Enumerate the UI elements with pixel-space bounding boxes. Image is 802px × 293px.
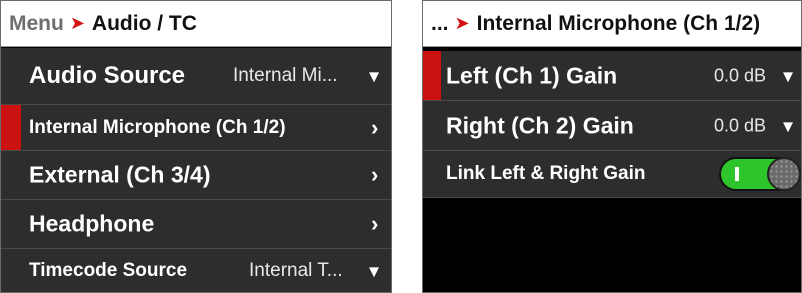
red-arrow-right-icon: ➤ (454, 13, 470, 33)
breadcrumb: Menu ➤ Audio / TC (1, 1, 391, 47)
chevron-down-icon: ▾ (369, 65, 380, 88)
chevron-down-icon: ▾ (369, 260, 380, 283)
menu-item-value: Internal Mi... (233, 65, 338, 86)
link-gain-toggle[interactable] (719, 157, 801, 191)
menu-item-link-gain[interactable]: Link Left & Right Gain (423, 151, 801, 198)
menu-item-label: External (Ch 3/4) (29, 161, 211, 188)
menu-item-audio-source[interactable]: Audio Source Internal Mi... ▾ (1, 48, 391, 105)
menu-item-label: Link Left & Right Gain (446, 163, 646, 184)
gain-value: 0.0 dB (714, 65, 767, 85)
menu-item-timecode-source[interactable]: Timecode Source Internal T... ▾ (1, 249, 391, 292)
chevron-right-icon: › (371, 114, 379, 140)
selection-marker (423, 51, 441, 100)
menu-item-right-gain[interactable]: Right (Ch 2) Gain 0.0 dB ▾ (423, 101, 801, 151)
menu-item-label: Left (Ch 1) Gain (446, 62, 618, 88)
menu-item-label: Timecode Source (29, 260, 188, 281)
menu-item-label: Right (Ch 2) Gain (446, 112, 634, 138)
toggle-on-indicator (735, 167, 739, 181)
chevron-down-icon: ▾ (783, 115, 794, 137)
menu-item-left-gain[interactable]: Left (Ch 1) Gain 0.0 dB ▾ (423, 51, 801, 101)
red-arrow-right-icon: ➤ (69, 13, 85, 33)
menu-item-headphone[interactable]: Headphone › (1, 200, 391, 249)
chevron-down-icon: ▾ (783, 65, 794, 87)
menu-item-label: Internal Microphone (Ch 1/2) (29, 116, 286, 138)
breadcrumb: ... ➤ Internal Microphone (Ch 1/2) (423, 1, 801, 47)
chevron-right-icon: › (371, 211, 379, 236)
menu-item-label: Audio Source (29, 62, 186, 89)
menu-item-internal-microphone[interactable]: Internal Microphone (Ch 1/2) › (1, 105, 391, 151)
audio-tc-menu-panel: Menu ➤ Audio / TC Audio Source Internal … (0, 0, 392, 293)
page-title: Audio / TC (91, 11, 197, 35)
breadcrumb-menu[interactable]: Menu (9, 12, 64, 36)
page-title: Internal Microphone (Ch 1/2) (476, 11, 761, 35)
toggle-knob[interactable] (767, 157, 801, 191)
chevron-right-icon: › (371, 162, 379, 187)
breadcrumb-back[interactable]: ... (431, 12, 449, 36)
internal-microphone-panel: ... ➤ Internal Microphone (Ch 1/2) Left … (422, 0, 802, 293)
menu-item-value: Internal T... (249, 260, 343, 281)
gain-value: 0.0 dB (714, 115, 767, 135)
selection-marker (1, 105, 21, 150)
menu-item-external[interactable]: External (Ch 3/4) › (1, 151, 391, 200)
menu-item-label: Headphone (29, 210, 155, 237)
